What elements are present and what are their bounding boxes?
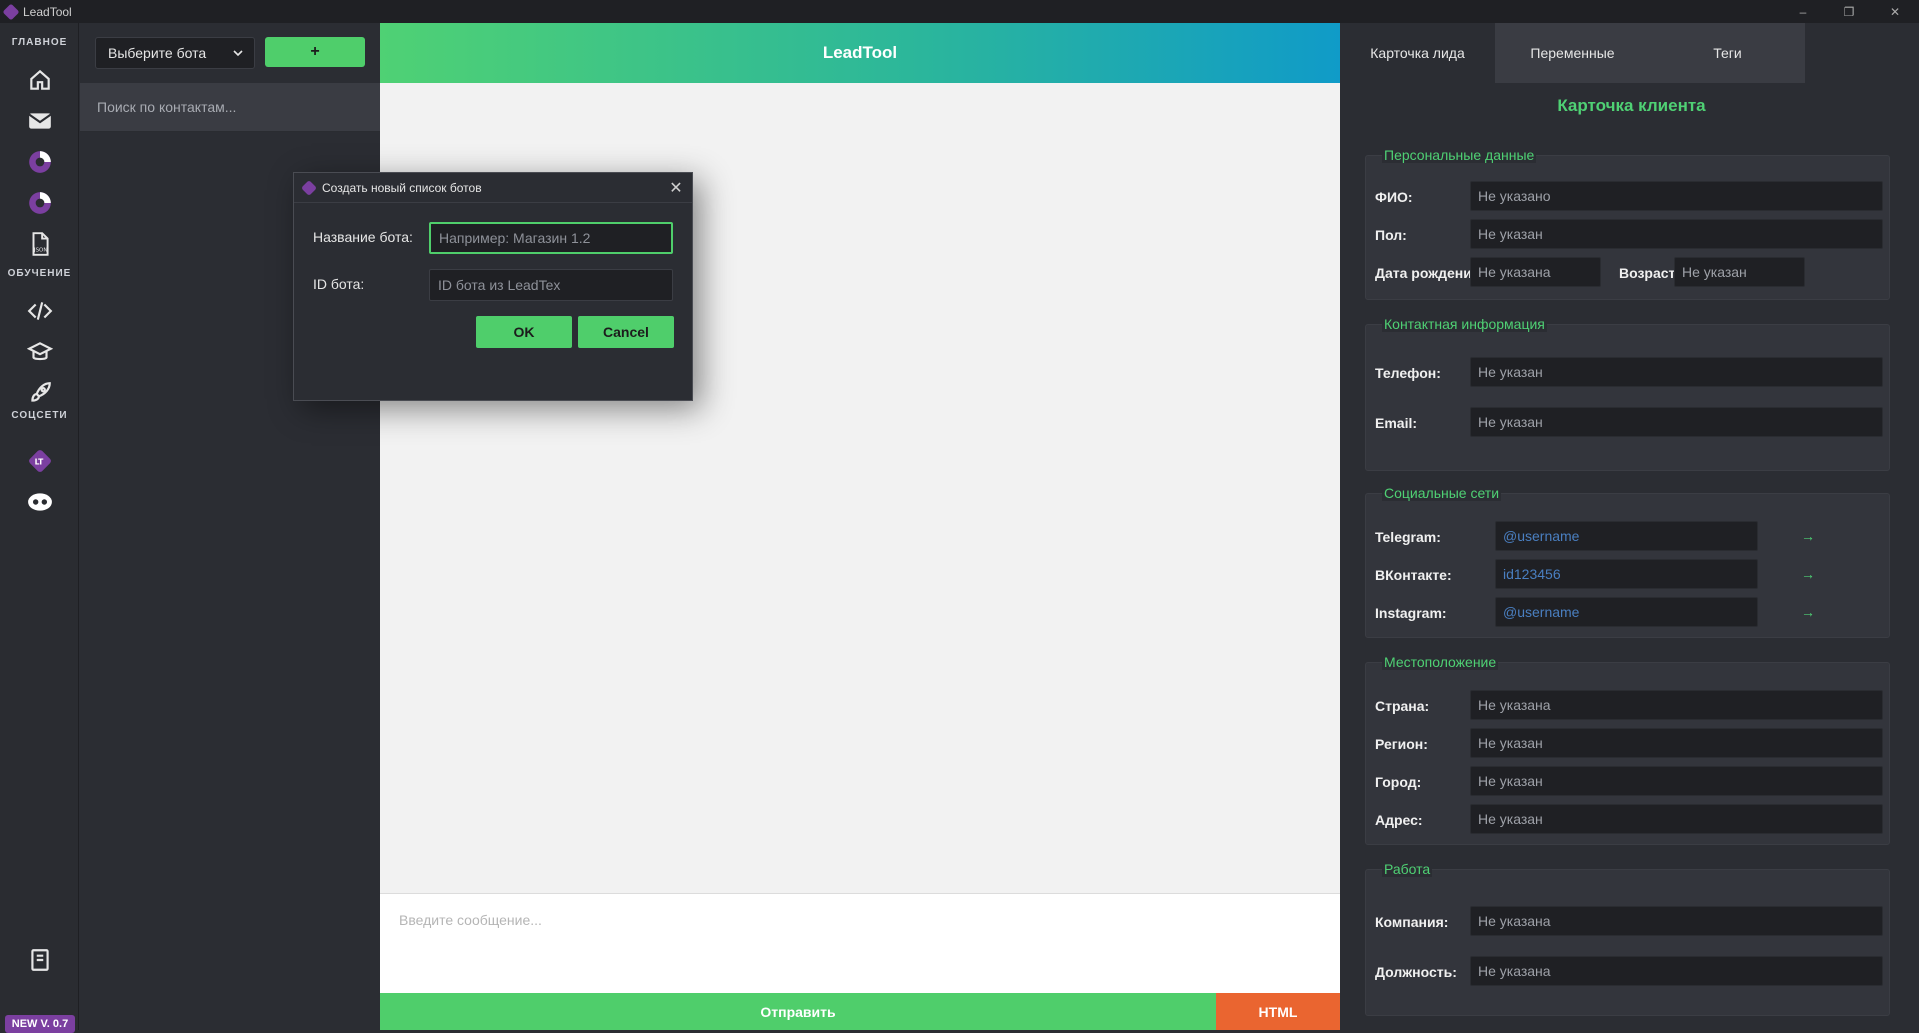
cancel-button[interactable]: Cancel	[578, 316, 674, 348]
country-field[interactable]: Не указана	[1470, 690, 1883, 720]
minimize-icon[interactable]: –	[1780, 0, 1826, 23]
gender-field[interactable]: Не указан	[1470, 219, 1883, 249]
city-label: Город:	[1375, 774, 1422, 790]
chevron-down-icon	[232, 46, 244, 62]
vk-field[interactable]: id123456	[1495, 559, 1758, 589]
mail-icon[interactable]	[24, 105, 55, 136]
bot-select-value: Выберите бота	[108, 45, 207, 61]
group-social: Социальные сети Telegram: @username → ВК…	[1365, 485, 1890, 638]
country-label: Страна:	[1375, 698, 1430, 714]
telegram-field[interactable]: @username	[1495, 521, 1758, 551]
chart-icon[interactable]	[24, 146, 55, 177]
sidebar-section-social: СОЦСЕТИ	[11, 410, 68, 421]
address-label: Адрес:	[1375, 812, 1423, 828]
email-field[interactable]: Не указан	[1470, 407, 1883, 437]
code-icon[interactable]	[24, 295, 55, 326]
telegram-label: Telegram:	[1375, 529, 1441, 545]
region-label: Регион:	[1375, 736, 1428, 752]
message-input[interactable]: Введите сообщение...	[380, 893, 1340, 993]
region-field[interactable]: Не указан	[1470, 728, 1883, 758]
gamepad-icon[interactable]	[24, 486, 55, 517]
close-icon[interactable]: ✕	[1872, 0, 1918, 23]
group-contact: Контактная информация Телефон: Не указан…	[1365, 316, 1890, 471]
json-file-icon[interactable]: JSON	[24, 228, 55, 259]
chart-alt-icon[interactable]	[24, 187, 55, 218]
city-field[interactable]: Не указан	[1470, 766, 1883, 796]
close-icon[interactable]: ✕	[666, 178, 686, 198]
position-label: Должность:	[1375, 964, 1457, 980]
fio-label: ФИО:	[1375, 189, 1413, 205]
bot-id-label: ID бота:	[313, 276, 365, 292]
group-location: Местоположение Страна: Не указана Регион…	[1365, 654, 1890, 845]
company-field[interactable]: Не указана	[1470, 906, 1883, 936]
bot-name-input[interactable]: Например: Магазин 1.2	[429, 222, 673, 254]
tab-variables[interactable]: Переменные	[1495, 23, 1650, 83]
app-logo-icon	[301, 179, 317, 196]
card-title: Карточка клиента	[1557, 96, 1706, 115]
chat-header-title: LeadTool	[822, 43, 898, 62]
chat-header: LeadTool	[380, 23, 1340, 83]
bot-name-label: Название бота:	[313, 229, 413, 245]
vk-label: ВКонтакте:	[1375, 567, 1452, 583]
fio-field[interactable]: Не указано	[1470, 181, 1883, 211]
sidebar: ГЛАВНОЕ JSON ОБУЧЕНИЕ СОЦСЕТИ LT NEW V. …	[0, 23, 79, 1033]
version-badge: NEW V. 0.7	[5, 1015, 75, 1033]
window-title: LeadTool	[23, 4, 72, 19]
instagram-label: Instagram:	[1375, 605, 1447, 621]
company-label: Компания:	[1375, 914, 1449, 930]
sidebar-section-learning: ОБУЧЕНИЕ	[7, 268, 72, 279]
svg-text:LT: LT	[34, 457, 44, 466]
add-bot-button[interactable]: +	[265, 37, 365, 67]
graduation-cap-icon[interactable]	[24, 336, 55, 367]
address-field[interactable]: Не указан	[1470, 804, 1883, 834]
lead-card-panel: Карточка лида Переменные Теги Карточка к…	[1340, 23, 1919, 1030]
title-bar: LeadTool – ❐ ✕	[0, 0, 1919, 23]
sidebar-section-main: ГЛАВНОЕ	[11, 37, 68, 48]
ok-button[interactable]: OK	[476, 316, 572, 348]
restore-icon[interactable]: ❐	[1826, 0, 1872, 23]
email-label: Email:	[1375, 415, 1418, 431]
group-contact-legend: Контактная информация	[1382, 316, 1547, 332]
telegram-open-arrow-icon[interactable]: →	[1801, 528, 1815, 544]
send-button[interactable]: Отправить	[380, 993, 1216, 1030]
rocket-icon[interactable]	[24, 377, 55, 408]
leadtex-logo-icon[interactable]: LT	[24, 445, 55, 476]
gender-label: Пол:	[1375, 227, 1407, 243]
app-logo-icon	[2, 3, 20, 20]
dialog-header: Создать новый список ботов	[294, 173, 692, 203]
tab-tags[interactable]: Теги	[1650, 23, 1805, 83]
contact-search-input[interactable]: Поиск по контактам...	[80, 83, 380, 132]
instagram-open-arrow-icon[interactable]: →	[1801, 604, 1815, 620]
group-work-legend: Работа	[1382, 861, 1433, 877]
group-social-legend: Социальные сети	[1382, 485, 1502, 501]
dialog-title: Создать новый список ботов	[322, 180, 482, 195]
vk-open-arrow-icon[interactable]: →	[1801, 566, 1815, 582]
age-label: Возраст:	[1619, 265, 1681, 281]
svg-text:JSON: JSON	[33, 247, 47, 253]
notebook-icon[interactable]	[24, 944, 55, 975]
group-location-legend: Местоположение	[1382, 654, 1499, 670]
right-tabs: Карточка лида Переменные Теги	[1340, 23, 1805, 83]
create-bot-dialog: Создать новый список ботов ✕ Название бо…	[293, 172, 693, 401]
bot-select-dropdown[interactable]: Выберите бота	[95, 37, 255, 69]
phone-label: Телефон:	[1375, 365, 1441, 381]
group-personal-legend: Персональные данные	[1382, 147, 1537, 163]
age-field[interactable]: Не указан	[1674, 257, 1805, 287]
bot-id-input[interactable]: ID бота из LeadTex	[429, 269, 673, 301]
position-field[interactable]: Не указана	[1470, 956, 1883, 986]
tab-lead-card[interactable]: Карточка лида	[1340, 23, 1495, 83]
home-icon[interactable]	[24, 64, 55, 95]
group-work: Работа Компания: Не указана Должность: Н…	[1365, 861, 1890, 1016]
birthdate-label: Дата рождени	[1375, 265, 1472, 281]
birthdate-field[interactable]: Не указана	[1470, 257, 1601, 287]
group-personal: Персональные данные ФИО: Не указано Пол:…	[1365, 147, 1890, 300]
instagram-field[interactable]: @username	[1495, 597, 1758, 627]
phone-field[interactable]: Не указан	[1470, 357, 1883, 387]
html-button[interactable]: HTML	[1216, 993, 1340, 1030]
